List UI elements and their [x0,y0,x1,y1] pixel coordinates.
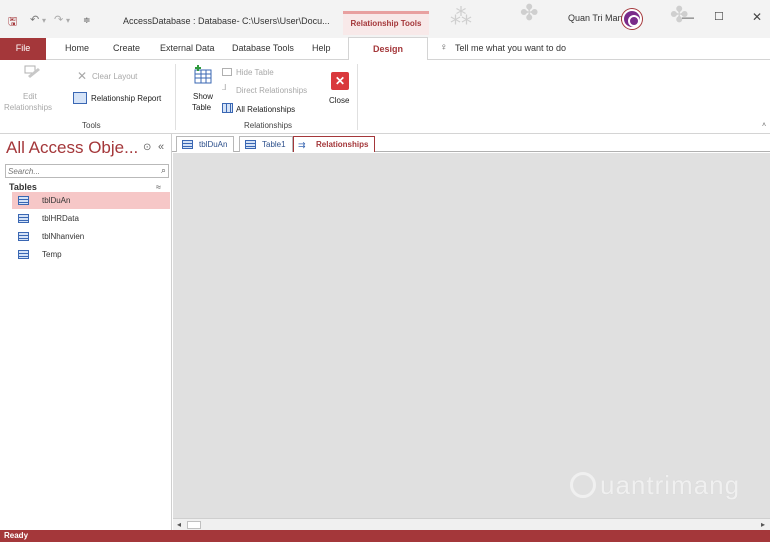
ribbon: Edit Relationships ✕ Clear Layout Relati… [0,60,770,134]
close-window-icon[interactable]: ✕ [752,10,762,24]
edit-relationships-button[interactable]: Edit [23,92,37,101]
redo-dropdown-icon[interactable]: ▾ [66,16,70,25]
collapse-ribbon-icon[interactable]: ˄ [762,122,766,129]
scroll-left-icon[interactable]: ◂ [177,520,181,529]
group-label-relationships: Relationships [244,121,293,130]
chevron-up-icon[interactable]: ≈ [156,182,161,192]
undo-dropdown-icon[interactable]: ▾ [42,16,46,25]
decoration-icon: ✤ [520,0,539,25]
list-item-label: tblDuAn [42,196,71,205]
clear-layout-button[interactable]: Clear Layout [92,72,137,81]
tell-me-search[interactable]: Tell me what you want to do [455,43,566,53]
relationship-report-icon [73,92,87,104]
tab-external-data[interactable]: External Data [160,43,215,53]
search-box: ⌕ [5,164,169,178]
hide-table-button[interactable]: Hide Table [236,68,274,77]
show-table-button[interactable]: Show [193,92,213,101]
ribbon-separator [175,64,176,130]
table-icon [182,140,193,149]
edit-relationships-label: Relationships [4,103,53,112]
tab-design[interactable]: Design [348,37,428,60]
customize-toolbar-icon[interactable]: ≑ [83,15,91,26]
title-bar: 🖫 ↶ ▾ ↷ ▾ ≑ AccessDatabase : Database- C… [0,0,770,38]
tab-file[interactable]: File [0,38,46,60]
section-header-tables[interactable]: Tables [9,182,37,192]
direct-relationships-button[interactable]: Direct Relationships [236,86,307,95]
table-icon [18,214,29,223]
search-input[interactable] [6,165,146,177]
tab-create[interactable]: Create [113,43,140,53]
watermark-text: uantrimang [600,470,741,500]
relationship-report-button[interactable]: Relationship Report [91,94,161,103]
user-name[interactable]: Quan Tri Mang [568,13,628,23]
redo-icon[interactable]: ↷ [54,13,63,26]
shutter-bar-close-icon[interactable]: « [158,141,164,153]
tab-home[interactable]: Home [65,43,89,53]
maximize-icon[interactable]: ☐ [714,10,724,23]
horizontal-scrollbar[interactable]: ◂ ▸ [173,518,770,530]
all-relationships-icon [222,103,233,113]
minimize-icon[interactable]: — [682,10,694,24]
list-item[interactable]: tblDuAn [12,192,170,209]
direct-relationships-icon: ⅃ [222,83,227,92]
list-item-label: tblHRData [42,214,79,223]
decoration-icon: ⁂ [450,4,472,29]
all-relationships-button[interactable]: All Relationships [236,105,295,114]
table-icon [18,196,29,205]
hide-table-icon [222,68,232,76]
table-icon [18,232,29,241]
watermark-logo [570,472,596,498]
lightbulb-icon: ♀ [440,42,448,53]
status-text: Ready [4,531,29,540]
save-icon[interactable]: 🖫 [8,13,17,32]
navigation-pane: All Access Obje... ⊙ « ⌕ Tables ≈ tblDuA… [0,134,172,530]
scrollbar-thumb[interactable] [187,521,201,529]
undo-icon[interactable]: ↶ [30,13,39,26]
context-tab-relationship-tools: Relationship Tools [343,11,429,35]
relationships-canvas[interactable] [173,153,770,518]
list-item[interactable]: tblNhanvien [12,228,170,245]
table-icon [18,250,29,259]
close-icon: ✕ [331,72,349,90]
nav-menu-icon[interactable]: ⊙ [143,142,151,153]
status-bar: Ready [0,530,770,542]
table-icon [245,140,256,149]
nav-pane-title[interactable]: All Access Obje... [6,138,138,158]
list-item[interactable]: tblHRData [12,210,170,227]
doc-tab-relationships[interactable]: ⇉ Relationships [293,136,376,152]
doc-tab-tbldUAn[interactable]: tblDuAn [176,136,235,152]
close-button[interactable]: Close [329,96,349,105]
document-tab-bar: tblDuAn Table1 ⇉ Relationships [172,134,770,152]
show-table-icon [192,64,214,86]
avatar[interactable] [622,9,642,29]
clear-layout-icon: ✕ [77,69,88,83]
ribbon-tab-bar: File Home Create External Data Database … [0,37,770,60]
show-table-label: Table [192,103,212,112]
scroll-right-icon[interactable]: ▸ [761,520,765,529]
window-title: AccessDatabase : Database- C:\Users\User… [123,16,330,26]
ribbon-separator [357,64,358,130]
relationships-icon: ⇉ [298,140,306,150]
tab-help[interactable]: Help [312,43,331,53]
list-item-label: tblNhanvien [42,232,85,241]
search-icon[interactable]: ⌕ [161,165,166,176]
doc-tab-table1[interactable]: Table1 [239,136,293,152]
tab-database-tools[interactable]: Database Tools [232,43,294,53]
group-label-tools: Tools [82,121,101,130]
edit-relationships-icon [24,64,42,86]
list-item-label: Temp [42,250,62,259]
list-item[interactable]: Temp [12,246,170,263]
